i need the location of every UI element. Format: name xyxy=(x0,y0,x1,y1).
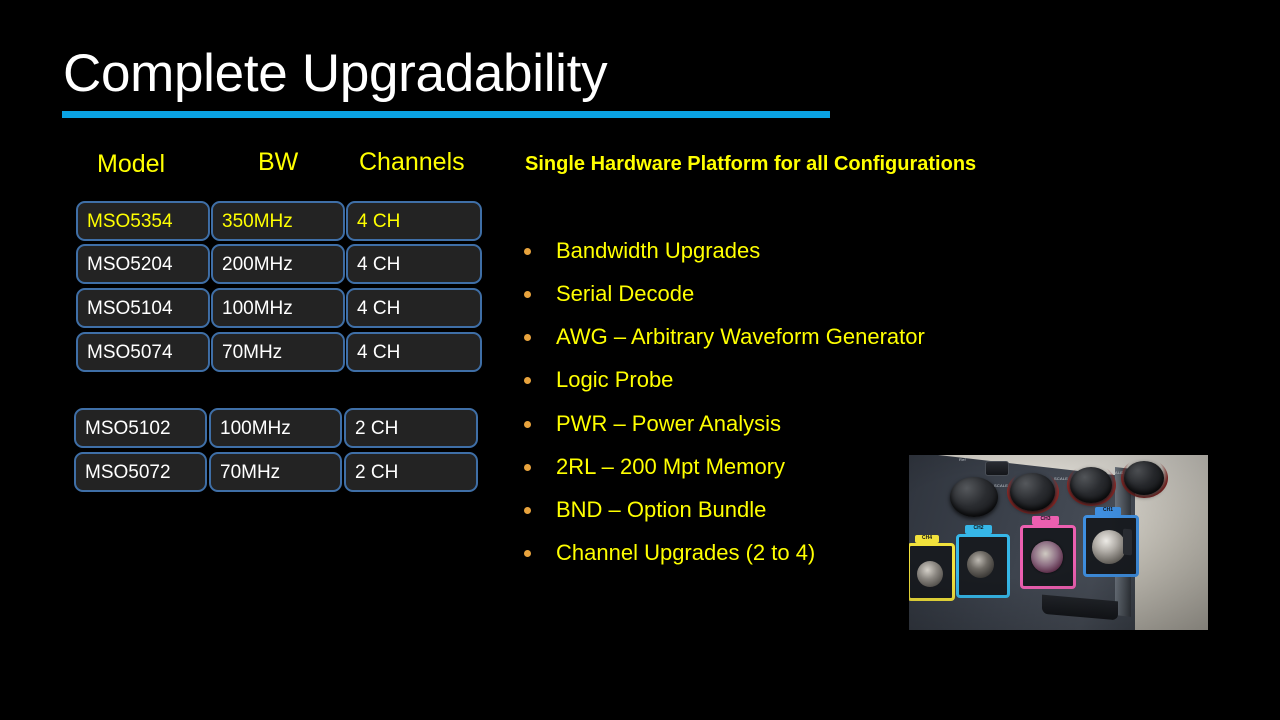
photo-scale-label: SCALE xyxy=(1054,476,1069,481)
list-item-label: 2RL – 200 Mpt Memory xyxy=(556,454,786,479)
table-row: 70MHz xyxy=(211,332,345,372)
table-row: 100MHz xyxy=(211,288,345,328)
photo-channel-tab-ch4: CH4 xyxy=(915,535,939,543)
photo-bnc-connector-ch1 xyxy=(1092,530,1126,564)
slide-canvas: Complete Upgradability Model BW Channels… xyxy=(0,0,1280,720)
photo-scale-knob xyxy=(1070,467,1112,503)
oscilloscope-photo: Ref SCALE SCALE SCALE CH4 CH2 CH3 CH1 xyxy=(909,455,1208,630)
photo-scale-label: SCALE xyxy=(994,483,1009,488)
table-header-channels: Channels xyxy=(359,148,465,176)
table-row: MSO5354 xyxy=(76,201,210,241)
bullet-dot-icon xyxy=(524,290,531,298)
table-header-model: Model xyxy=(97,150,166,178)
list-item: Bandwidth Upgrades xyxy=(524,236,760,266)
right-panel-subheading: Single Hardware Platform for all Configu… xyxy=(525,153,977,175)
bullet-dot-icon xyxy=(524,420,531,428)
list-item-label: Logic Probe xyxy=(556,367,674,392)
photo-bnc-connector-ch2 xyxy=(967,551,994,578)
bullet-dot-icon xyxy=(524,506,531,514)
table-row: MSO5104 xyxy=(76,288,210,328)
photo-side-slot xyxy=(1123,528,1132,556)
table-row: 4 CH xyxy=(346,244,482,284)
photo-scale-label: SCALE xyxy=(1109,470,1124,475)
list-item: Channel Upgrades (2 to 4) xyxy=(524,538,815,568)
list-item: BND – Option Bundle xyxy=(524,495,766,525)
list-item-label: AWG – Arbitrary Waveform Generator xyxy=(556,324,925,349)
list-item-label: Bandwidth Upgrades xyxy=(556,238,761,263)
bullet-dot-icon xyxy=(524,463,531,471)
photo-channel-tab-ch2: CH2 xyxy=(965,525,992,534)
photo-scale-knob xyxy=(950,477,998,517)
list-item: PWR – Power Analysis xyxy=(524,409,781,439)
table-header-bw: BW xyxy=(258,148,299,176)
photo-bnc-connector-ch4 xyxy=(917,561,943,587)
bullet-dot-icon xyxy=(524,549,531,557)
photo-channel-tab-ch1: CH1 xyxy=(1095,507,1121,516)
table-row: MSO5102 xyxy=(74,408,207,448)
list-item: Logic Probe xyxy=(524,365,673,395)
table-row: 200MHz xyxy=(211,244,345,284)
list-item-label: PWR – Power Analysis xyxy=(556,411,781,436)
table-row: MSO5204 xyxy=(76,244,210,284)
table-row: MSO5072 xyxy=(74,452,207,492)
list-item-label: Channel Upgrades (2 to 4) xyxy=(556,540,816,565)
table-row: 350MHz xyxy=(211,201,345,241)
table-row: 70MHz xyxy=(209,452,342,492)
table-row: 4 CH xyxy=(346,288,482,328)
list-item: Serial Decode xyxy=(524,279,694,309)
photo-channel-tab-ch3: CH3 xyxy=(1032,516,1059,525)
bullet-dot-icon xyxy=(524,333,531,341)
list-item-label: Serial Decode xyxy=(556,281,695,306)
table-row: 100MHz xyxy=(209,408,342,448)
list-item: 2RL – 200 Mpt Memory xyxy=(524,452,785,482)
table-row: MSO5074 xyxy=(76,332,210,372)
title-underline-rule xyxy=(62,111,830,118)
list-item: AWG – Arbitrary Waveform Generator xyxy=(524,322,925,352)
table-row: 4 CH xyxy=(346,332,482,372)
photo-scale-knob xyxy=(1124,461,1164,495)
page-title: Complete Upgradability xyxy=(63,44,608,103)
table-row: 4 CH xyxy=(346,201,482,241)
bullet-dot-icon xyxy=(524,376,531,384)
photo-scale-knob xyxy=(1010,473,1055,511)
table-row: 2 CH xyxy=(344,452,478,492)
photo-ref-label: Ref xyxy=(959,457,966,462)
table-row: 2 CH xyxy=(344,408,478,448)
list-item-label: BND – Option Bundle xyxy=(556,497,767,522)
bullet-dot-icon xyxy=(524,247,531,255)
photo-bnc-connector-ch3 xyxy=(1031,541,1063,573)
photo-ref-button xyxy=(985,461,1009,476)
